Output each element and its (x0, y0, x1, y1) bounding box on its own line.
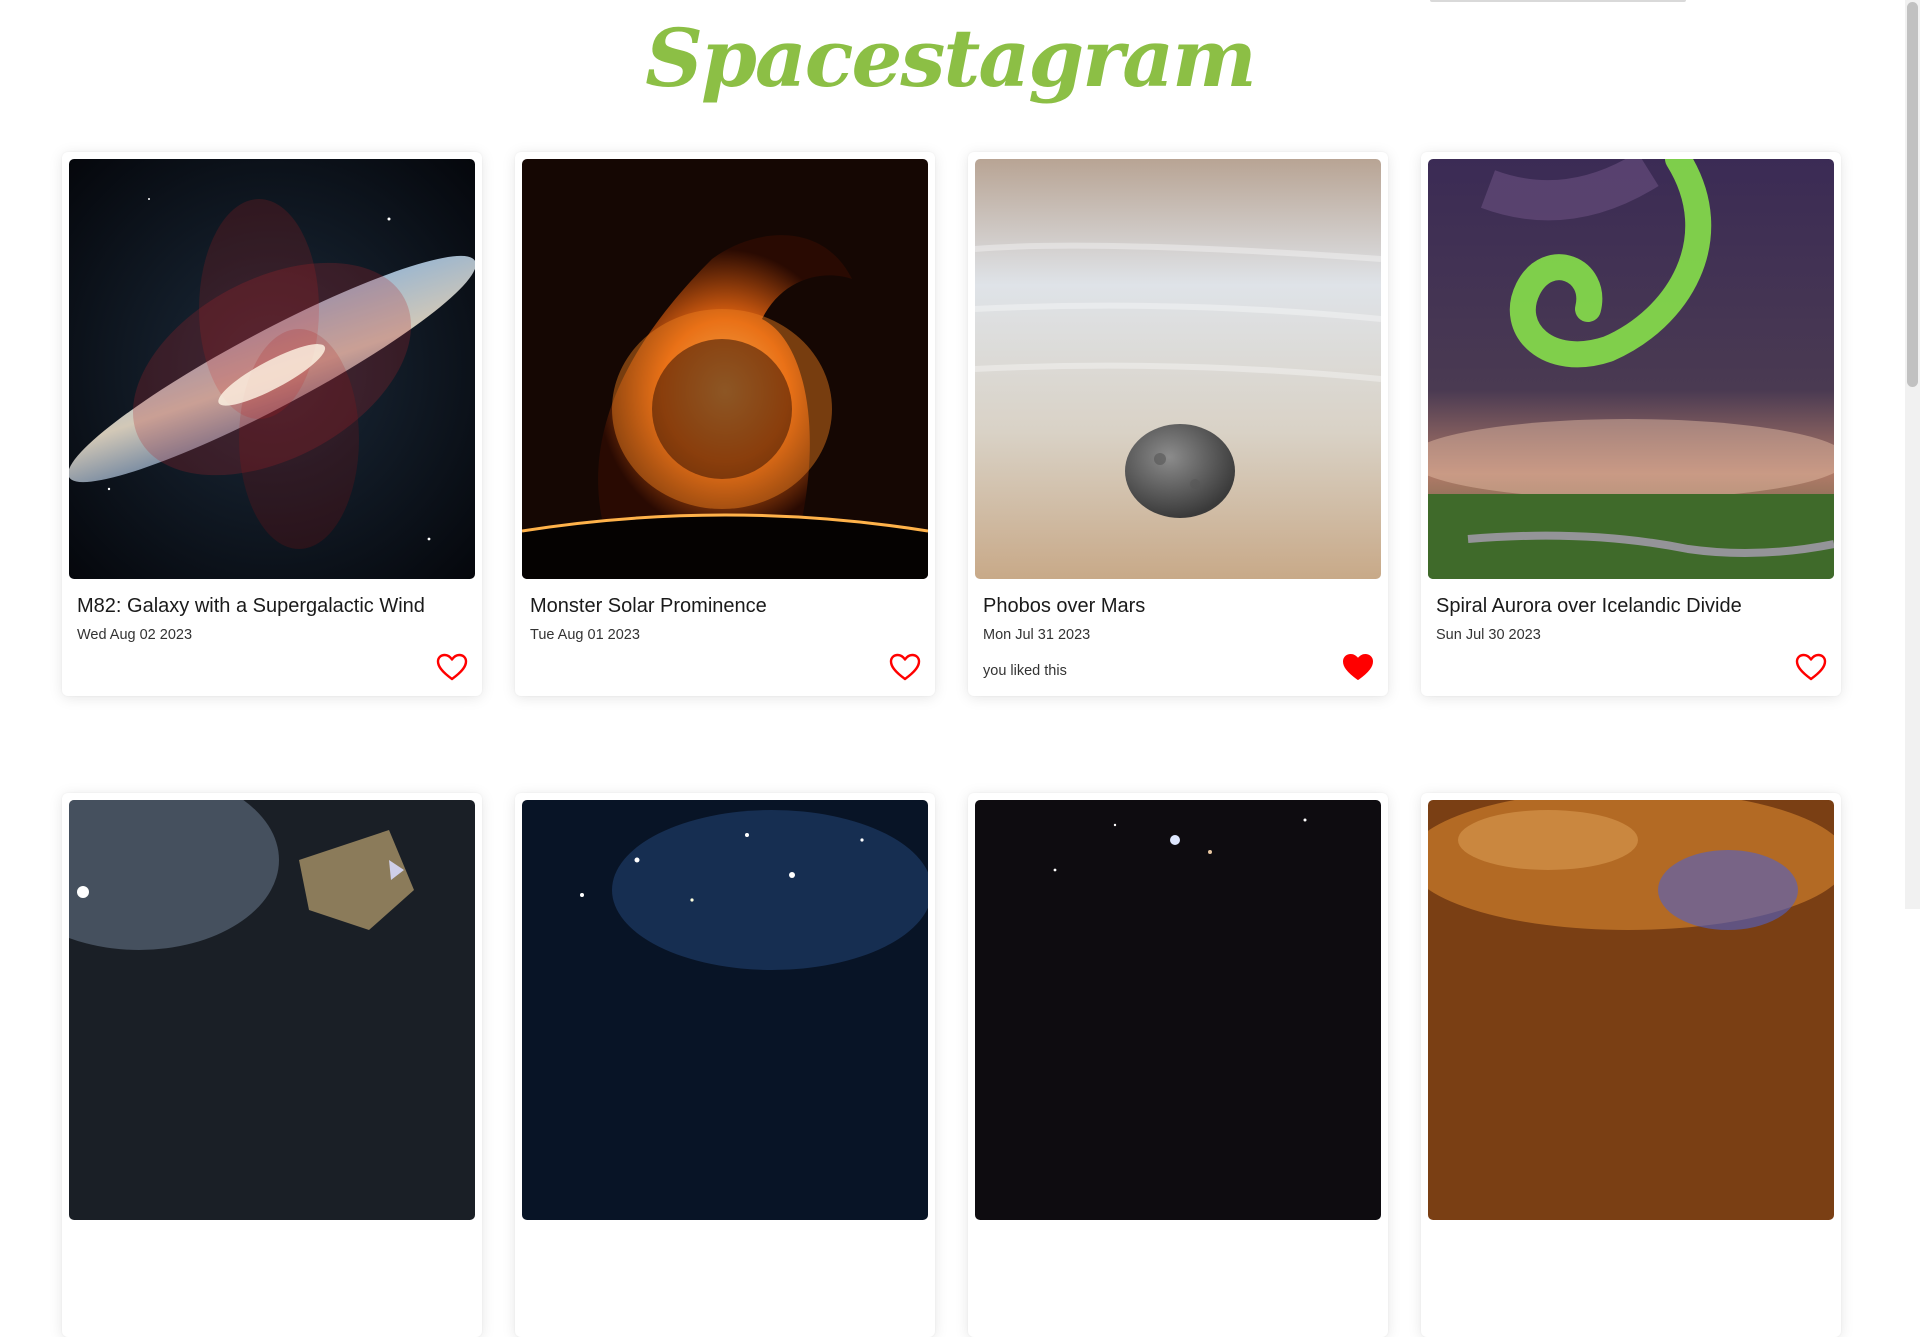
post-card: Phobos over Mars Mon Jul 31 2023 you lik… (968, 152, 1388, 696)
post-card: Spiral Aurora over Icelandic Divide Sun … (1421, 152, 1841, 696)
app-logo[interactable]: Spacestagram (0, 8, 1900, 108)
heart-outline-icon (436, 653, 468, 681)
like-button[interactable] (1795, 652, 1827, 682)
post-title: Phobos over Mars (983, 595, 1146, 617)
heart-outline-icon (1795, 653, 1827, 681)
post-title: Spiral Aurora over Icelandic Divide (1436, 595, 1742, 617)
like-button[interactable] (436, 652, 468, 682)
heart-filled-icon (1343, 654, 1373, 680)
post-image[interactable] (975, 800, 1381, 1220)
liked-status: you liked this (983, 663, 1067, 679)
post-image[interactable] (1428, 159, 1834, 579)
post-date: Mon Jul 31 2023 (983, 627, 1091, 643)
unlike-button[interactable] (1342, 652, 1374, 682)
post-image[interactable] (1428, 800, 1834, 1220)
post-card (1421, 793, 1841, 1337)
post-date: Sun Jul 30 2023 (1436, 627, 1541, 643)
like-button[interactable] (889, 652, 921, 682)
post-image[interactable] (69, 800, 475, 1220)
post-image[interactable] (69, 159, 475, 579)
post-date: Tue Aug 01 2023 (530, 627, 640, 643)
post-card: Monster Solar Prominence Tue Aug 01 2023 (515, 152, 935, 696)
post-image[interactable] (975, 159, 1381, 579)
post-image[interactable] (522, 800, 928, 1220)
post-card (515, 793, 935, 1337)
post-card (968, 793, 1388, 1337)
post-date: Wed Aug 02 2023 (77, 627, 193, 643)
page-scrollbar[interactable] (1905, 0, 1920, 909)
post-card (62, 793, 482, 1337)
top-strip (1430, 0, 1686, 2)
scrollbar-thumb[interactable] (1907, 2, 1918, 387)
post-title: Monster Solar Prominence (530, 595, 767, 617)
post-image[interactable] (522, 159, 928, 579)
post-title: M82: Galaxy with a Supergalactic Wind (77, 595, 425, 617)
post-card: M82: Galaxy with a Supergalactic Wind We… (62, 152, 482, 696)
heart-outline-icon (889, 653, 921, 681)
